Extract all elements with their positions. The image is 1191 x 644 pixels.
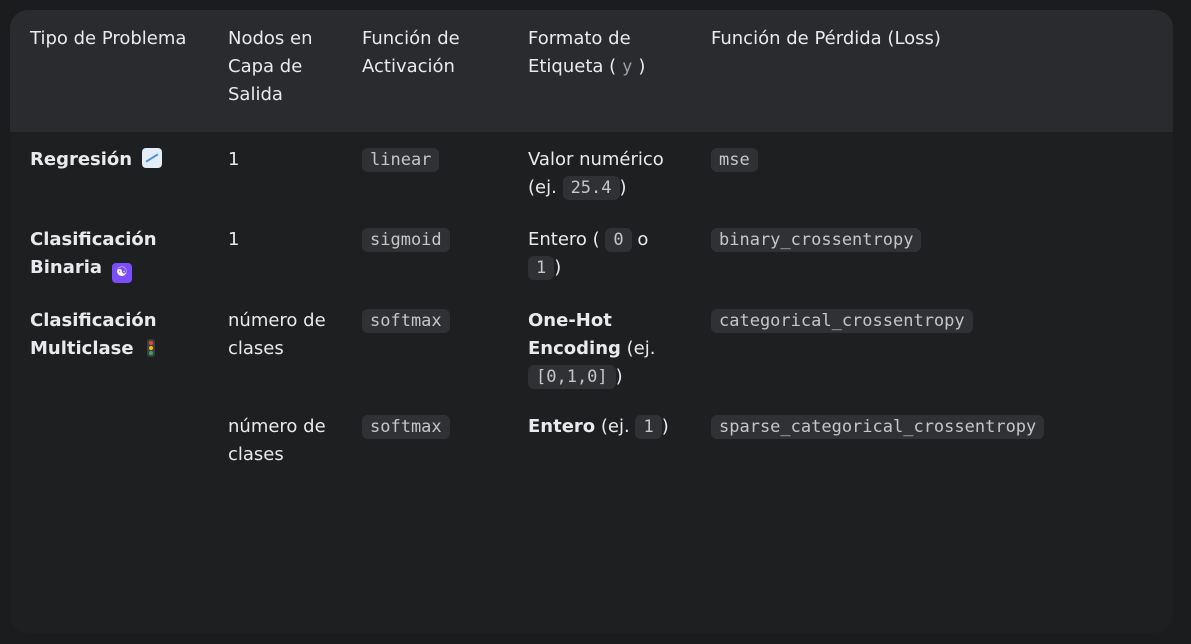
cell-tipo	[10, 399, 208, 479]
table-row: Clasificación Binaria ☯ 1 sigmoid Entero…	[10, 212, 1173, 293]
problem-type-label: Clasificación Multiclase	[30, 310, 157, 359]
label-format-or: o	[637, 229, 649, 250]
cell-nodos: 1	[228, 229, 240, 250]
comparison-table-card: Tipo de Problema Nodos en Capa de Salida…	[10, 10, 1173, 633]
label-format-close: )	[554, 257, 562, 278]
label-format-text: (ej.	[626, 338, 656, 359]
loss-code: sparse_categorical_crossentropy	[711, 415, 1045, 439]
activation-code: linear	[362, 148, 440, 172]
cell-tipo: Regresión	[10, 132, 208, 212]
label-format-text: Entero (	[528, 229, 600, 250]
label-format-code-a: 0	[605, 228, 632, 252]
label-format-code: 1	[635, 415, 662, 439]
table-row: Clasificación Multiclase número de clase…	[10, 293, 1173, 399]
header-formato-code: y	[622, 57, 633, 77]
cell-activacion: sigmoid	[342, 212, 508, 293]
output-layer-table: Tipo de Problema Nodos en Capa de Salida…	[10, 10, 1173, 479]
header-activacion: Función de Activación	[362, 28, 460, 77]
cell-nodos: 1	[228, 149, 240, 170]
table-header-row: Tipo de Problema Nodos en Capa de Salida…	[10, 10, 1173, 132]
loss-code: mse	[711, 148, 758, 172]
cell-activacion: softmax	[342, 293, 508, 399]
cell-nodos: número de clases	[228, 310, 326, 359]
label-format-close: )	[661, 416, 669, 437]
label-format-code: [0,1,0]	[528, 365, 616, 389]
cell-loss: mse	[691, 132, 1173, 212]
label-format-code-b: 1	[528, 256, 555, 280]
activation-code: softmax	[362, 309, 450, 333]
activation-code: sigmoid	[362, 228, 450, 252]
cell-formato: Valor numérico (ej. 25.4)	[508, 132, 691, 212]
cell-loss: categorical_crossentropy	[691, 293, 1173, 399]
cell-tipo: Clasificación Multiclase	[10, 293, 208, 399]
label-format-code: 25.4	[562, 176, 620, 200]
label-format-text: (ej.	[600, 416, 630, 437]
cell-loss: binary_crossentropy	[691, 212, 1173, 293]
cell-activacion: linear	[342, 132, 508, 212]
table-row: número de clases softmax Entero (ej. 1) …	[10, 399, 1173, 479]
cell-activacion: softmax	[342, 399, 508, 479]
activation-code: softmax	[362, 415, 450, 439]
traffic-light-icon	[147, 339, 156, 357]
cell-nodos: número de clases	[228, 416, 326, 465]
header-formato: Formato de Etiqueta (y)	[508, 10, 691, 132]
header-tipo: Tipo de Problema	[30, 28, 187, 49]
header-formato-close: )	[638, 56, 646, 77]
table-row: Regresión 1 linear Valor numérico (ej. 2…	[10, 132, 1173, 212]
chart-increasing-icon	[141, 148, 162, 168]
cell-tipo: Clasificación Binaria ☯	[10, 212, 208, 293]
problem-type-label: Regresión	[30, 149, 133, 170]
problem-type-label: Clasificación Binaria	[30, 229, 157, 278]
label-format-close: )	[615, 366, 623, 387]
cell-formato: Entero ( 0 o 1)	[508, 212, 691, 293]
loss-code: binary_crossentropy	[711, 228, 922, 252]
label-format-bold: Entero	[528, 416, 596, 437]
header-loss: Función de Pérdida (Loss)	[711, 28, 941, 49]
label-format-close: )	[619, 177, 627, 198]
yin-yang-icon: ☯	[111, 263, 132, 283]
label-format-bold: One-Hot Encoding	[528, 310, 621, 359]
loss-code: categorical_crossentropy	[711, 309, 973, 333]
header-nodos: Nodos en Capa de Salida	[228, 28, 313, 105]
cell-loss: sparse_categorical_crossentropy	[691, 399, 1173, 479]
cell-formato: One-Hot Encoding (ej. [0,1,0])	[508, 293, 691, 399]
cell-formato: Entero (ej. 1)	[508, 399, 691, 479]
